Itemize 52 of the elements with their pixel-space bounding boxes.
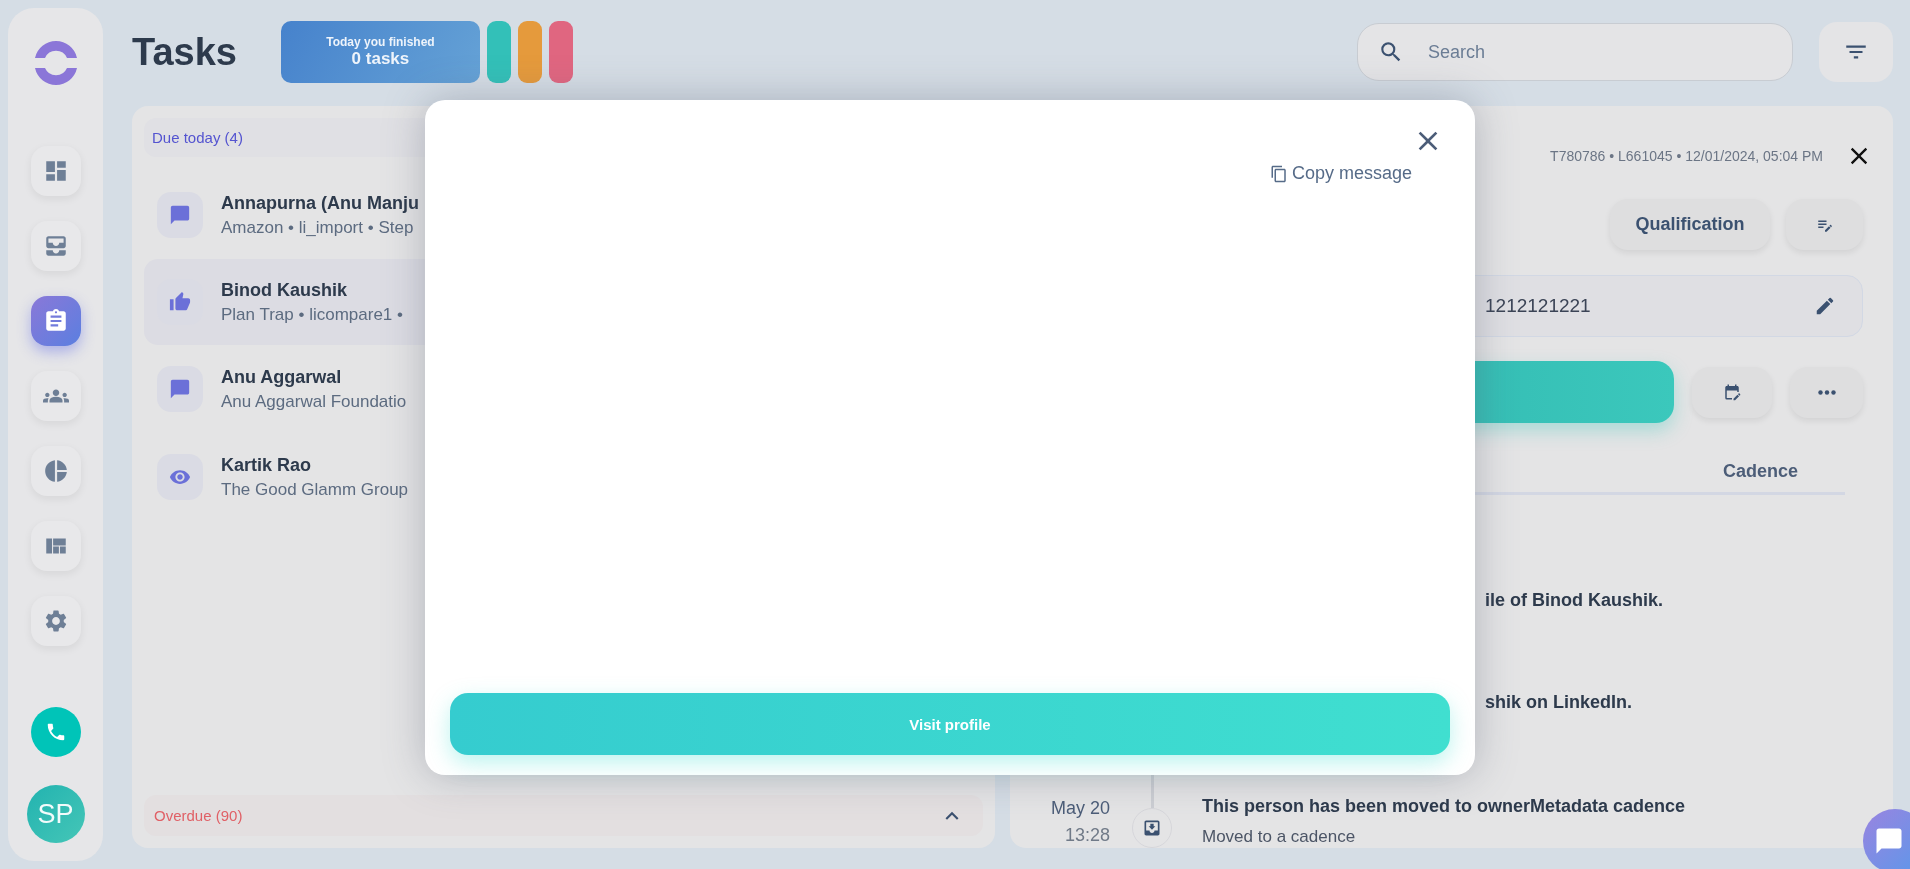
pie-chart-icon: [42, 458, 69, 484]
task-name: Anu Aggarwal: [221, 366, 343, 388]
more-icon: [1817, 389, 1836, 395]
task-meta: T780786 • L661045 • 12/01/2024, 05:04 PM: [1550, 148, 1823, 164]
task-detail: Amazon • li_import • Step: [221, 217, 415, 238]
task-detail: The Good Glamm Group: [221, 479, 409, 500]
nav-button[interactable]: [30, 221, 81, 271]
chat-icon: [169, 204, 191, 226]
task-detail: Anu Aggarwal Foundatio: [221, 391, 407, 412]
help-chat-icon: [1874, 826, 1904, 856]
nav-button[interactable]: [30, 446, 81, 496]
copy-icon: [1269, 164, 1288, 183]
event-date: May 20: [1050, 798, 1110, 819]
task-row[interactable]: Annapurna (Anu Manju Amazon • li_import • Step: [144, 171, 983, 259]
task-name: Annapurna (Anu Manju: [221, 192, 419, 214]
color-pill[interactable]: [486, 21, 511, 83]
nav-button[interactable]: [30, 296, 81, 346]
thumbs-up-icon: [169, 291, 191, 313]
pencil-icon: [1814, 295, 1836, 317]
nav-button[interactable]: [30, 371, 81, 421]
task-detail: Plan Trap • licompare1 •: [221, 304, 403, 325]
tab[interactable]: Cadence: [1675, 461, 1845, 492]
search-bar[interactable]: Search: [1357, 23, 1793, 81]
nav-button[interactable]: [30, 521, 81, 571]
overdue-label: Overdue (90): [154, 807, 243, 824]
task-name: Binod Kaushik: [221, 279, 348, 301]
event-title: ile of Binod Kaushik.: [1485, 590, 1663, 611]
event-title: This person has been moved to ownerMetadata cadence: [1202, 796, 1686, 817]
call-button[interactable]: [30, 707, 81, 757]
stats-value: 0 tasks: [351, 49, 410, 69]
filter-button[interactable]: [1819, 22, 1893, 82]
event-subtitle: Moved to a cadence: [1202, 827, 1357, 847]
color-pill[interactable]: [517, 21, 542, 83]
nav-button[interactable]: [30, 596, 81, 646]
section-label: Due today (4): [152, 129, 243, 146]
task-name: Kartik Rao: [221, 454, 313, 476]
event-time: 13:28: [1064, 825, 1110, 846]
schedule-button[interactable]: [1692, 366, 1772, 418]
calendar-icon: [1723, 383, 1741, 401]
chat-icon: [169, 378, 191, 400]
search-field[interactable]: Search: [1426, 40, 1772, 64]
page-title: Tasks: [132, 30, 237, 74]
task-row[interactable]: Kartik Rao The Good Glamm Group: [144, 433, 983, 521]
copy-message-button[interactable]: Copy message: [1269, 163, 1412, 184]
nav-button[interactable]: [30, 146, 81, 196]
inbox-icon: [1142, 818, 1162, 838]
qualification-button[interactable]: Qualification: [1610, 199, 1770, 250]
color-pill[interactable]: [548, 21, 573, 83]
event-title: shik on LinkedIn.: [1485, 692, 1632, 713]
task-row[interactable]: Anu Aggarwal Anu Aggarwal Foundatio: [144, 345, 983, 433]
stats-caption: Today you finished: [326, 35, 435, 49]
phone-number: 1212121221: [1485, 295, 1591, 317]
